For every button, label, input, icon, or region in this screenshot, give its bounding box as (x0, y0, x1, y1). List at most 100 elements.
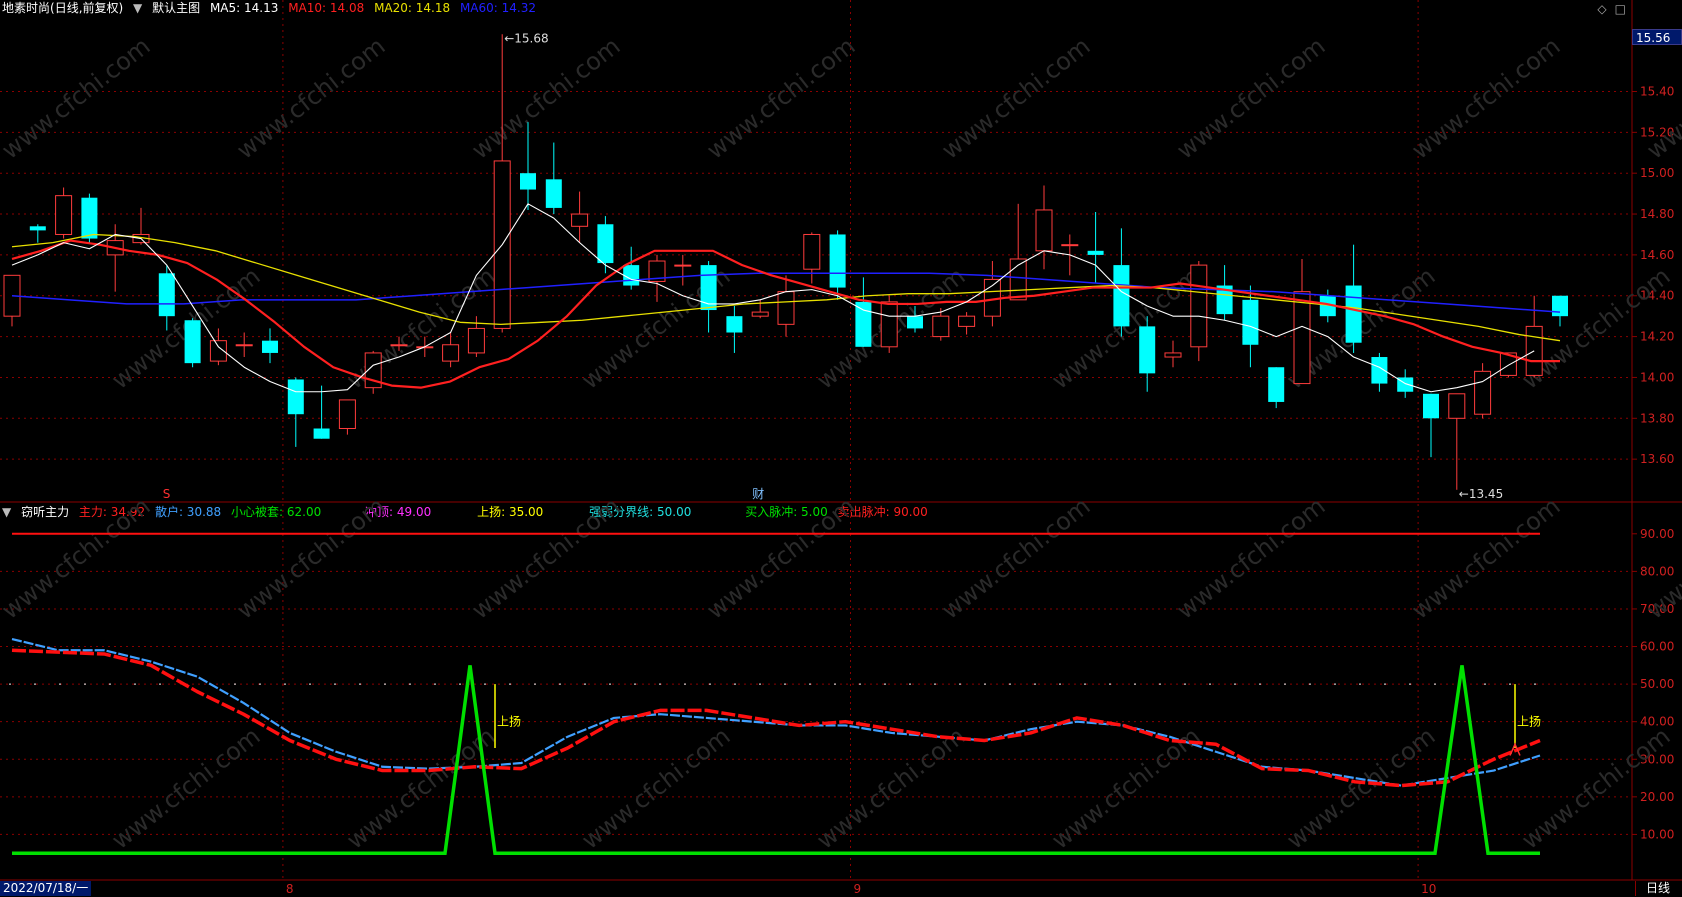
candle-body-down (829, 234, 846, 288)
candle-body-down (1242, 299, 1259, 345)
divider-dot (1534, 683, 1536, 686)
candle-body-up (1293, 291, 1311, 385)
divider-dot (59, 683, 61, 686)
candle-body-up (390, 344, 408, 347)
candle-body-up (958, 315, 976, 327)
candle-body-up (55, 195, 73, 235)
watermark: www.cfchi.com (1171, 492, 1330, 625)
candle-body-up (442, 344, 460, 362)
divider-dot (1209, 683, 1211, 686)
chart-canvas[interactable]: 15.4015.2015.0014.8014.6014.4014.2014.00… (0, 0, 1682, 897)
divider-dot (284, 683, 286, 686)
divider-dot (634, 683, 636, 686)
watermark: www.cfchi.com (231, 492, 390, 625)
divider-dot (734, 683, 736, 686)
candle-body-up (1448, 393, 1466, 419)
candle-body-up (1061, 244, 1079, 247)
divider-dot (1309, 683, 1311, 686)
price-tick-label: 14.80 (1640, 207, 1674, 221)
candle-body-up (880, 301, 898, 348)
divider-dot (134, 683, 136, 686)
divider-dot (884, 683, 886, 686)
candle-body-down (287, 379, 304, 415)
stock-chart-window: { "header": { "stock_name": "地素时尚", "mod… (0, 0, 1682, 897)
candle-body-down (1139, 326, 1156, 374)
candle-body-down (81, 197, 98, 239)
indicator-tick-label: 20.00 (1640, 790, 1674, 804)
divider-dot (509, 683, 511, 686)
divider-dot (784, 683, 786, 686)
indicator-tick-label: 10.00 (1640, 827, 1674, 841)
candle-body-down (1423, 393, 1439, 419)
candle-body-down (855, 301, 872, 347)
divider-dot (1434, 683, 1436, 686)
divider-dot (1409, 683, 1411, 686)
watermark: www.cfchi.com (811, 722, 970, 855)
divider-dot (934, 683, 936, 686)
candle-body-up (1164, 352, 1182, 358)
watermark: www.cfchi.com (466, 32, 625, 165)
divider-dot (309, 683, 311, 686)
candle-body-down (158, 273, 175, 317)
divider-dot (1234, 683, 1236, 686)
divider-dot (384, 683, 386, 686)
indicator-tick-label: 50.00 (1640, 677, 1674, 691)
candle-body-down (262, 340, 278, 353)
divider-dot (709, 683, 711, 686)
divider-dot (834, 683, 836, 686)
divider-dot (1009, 683, 1011, 686)
watermark: www.cfchi.com (0, 492, 155, 625)
divider-dot (859, 683, 861, 686)
candle-body-up (751, 311, 769, 317)
divider-dot (1384, 683, 1386, 686)
divider-dot (484, 683, 486, 686)
zhuli-line (11, 648, 1541, 788)
candle-body-down (597, 224, 614, 264)
candle-body-up (674, 264, 692, 267)
divider-dot (609, 683, 611, 686)
divider-dot (109, 683, 111, 686)
candle-body-down (700, 265, 717, 311)
candle-body-up (467, 327, 485, 354)
price-tick-label: 15.40 (1640, 84, 1674, 98)
divider-dot (84, 683, 86, 686)
candle-body-up (1035, 209, 1053, 252)
divider-dot (1134, 683, 1136, 686)
divider-dot (334, 683, 336, 686)
divider-dot (1184, 683, 1186, 686)
month-label: 9 (854, 882, 862, 896)
candle-body-up (571, 213, 589, 227)
divider-dot (9, 683, 11, 686)
watermark: www.cfchi.com (701, 32, 860, 165)
divider-dot (684, 683, 686, 686)
candle-body-up (338, 399, 356, 430)
candle-body-up (803, 233, 821, 270)
rise-marker-label: 上扬 (1517, 714, 1541, 729)
divider-dot (1109, 683, 1111, 686)
divider-dot (659, 683, 661, 686)
divider-dot (534, 683, 536, 686)
price-tick-label: 13.80 (1640, 411, 1674, 425)
divider-dot (359, 683, 361, 686)
start-date: 2022/07/18/一 (0, 881, 92, 896)
candle-body-down (1345, 285, 1362, 343)
divider-dot (159, 683, 161, 686)
divider-dot (409, 683, 411, 686)
candle-body-down (907, 316, 923, 329)
price-tick-label: 14.60 (1640, 248, 1674, 262)
divider-dot (459, 683, 461, 686)
divider-dot (759, 683, 761, 686)
watermark: www.cfchi.com (466, 492, 625, 625)
divider-dot (809, 683, 811, 686)
price-tick-label: 15.00 (1640, 166, 1674, 180)
rise-marker-label: 上扬 (497, 714, 521, 729)
candle-body-up (777, 291, 795, 325)
low-annotation: ←13.45 (1459, 487, 1503, 501)
candle-body-down (1552, 295, 1568, 317)
divider-dot (1509, 683, 1511, 686)
divider-dot (1159, 683, 1161, 686)
candle-body-down (184, 320, 201, 364)
period-selector[interactable]: 日线 (1634, 881, 1680, 896)
divider-dot (1359, 683, 1361, 686)
divider-dot (1484, 683, 1486, 686)
